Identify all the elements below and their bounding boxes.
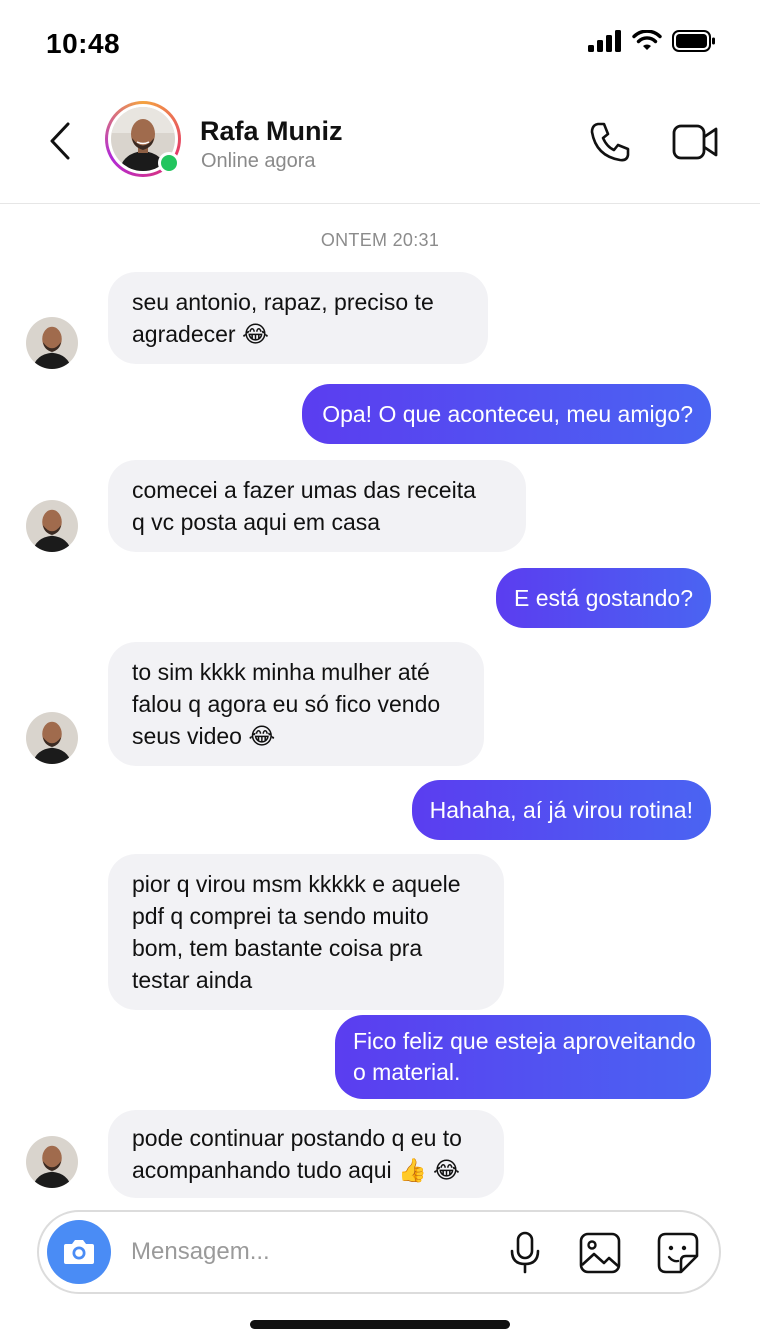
chat-header: Rafa Muniz Online agora (0, 88, 760, 204)
online-status-dot (158, 152, 180, 174)
message-line: falou q agora eu só fico vendo (132, 691, 441, 717)
message-line: Hahaha, aí já virou rotina! (429, 797, 693, 823)
incoming-message[interactable]: seu antonio, rapaz, preciso te agradecer… (108, 272, 488, 364)
message-line: comecei a fazer umas das receita (132, 477, 476, 503)
message-line: agradecer 😂 (132, 321, 269, 347)
message-line: q vc posta aqui em casa (132, 509, 381, 535)
message-line: testar ainda (132, 967, 253, 993)
contact-status: Online agora (201, 150, 316, 172)
message-line: o material. (353, 1059, 461, 1085)
message-line: Fico feliz que esteja aproveitando (353, 1028, 696, 1054)
sticker-button[interactable] (655, 1230, 701, 1276)
video-call-button[interactable] (670, 118, 720, 166)
image-icon (579, 1232, 621, 1274)
camera-icon (64, 1240, 94, 1264)
message-avatar[interactable] (26, 712, 78, 764)
message-line: E está gostando? (513, 585, 693, 611)
microphone-icon (510, 1231, 540, 1274)
message-line: seus video 😂 (132, 723, 276, 749)
home-indicator[interactable] (250, 1320, 510, 1329)
status-time: 10:48 (46, 28, 121, 59)
message-avatar[interactable] (26, 500, 78, 552)
incoming-message[interactable]: comecei a fazer umas das receita q vc po… (108, 460, 526, 552)
battery-icon (672, 30, 715, 52)
message-avatar[interactable] (26, 1136, 78, 1188)
outgoing-message[interactable]: E está gostando? (495, 568, 711, 628)
phone-icon (590, 122, 630, 162)
message-line: to sim kkkk minha mulher até (132, 659, 430, 685)
message-line: bom, tem bastante coisa pra (132, 935, 423, 961)
avatar-photo (26, 1136, 78, 1188)
incoming-message[interactable]: to sim kkkk minha mulher até falou q ago… (108, 642, 484, 766)
chat-timestamp: ONTEM 20:31 (320, 230, 440, 250)
message-input[interactable] (131, 1230, 491, 1274)
message-line: pode continuar postando q eu to (132, 1125, 462, 1151)
message-composer (37, 1210, 721, 1294)
gallery-button[interactable] (577, 1230, 623, 1276)
sticker-icon (657, 1232, 699, 1274)
message-line: seu antonio, rapaz, preciso te (132, 289, 434, 315)
outgoing-message[interactable]: Hahaha, aí já virou rotina! (411, 780, 711, 840)
message-avatar[interactable] (26, 317, 78, 369)
message-line: Opa! O que aconteceu, meu amigo? (322, 401, 693, 427)
signal-icon (588, 30, 621, 52)
camera-button[interactable] (47, 1220, 111, 1284)
back-button[interactable] (40, 118, 80, 164)
incoming-message[interactable]: pode continuar postando q eu to acompanh… (108, 1110, 504, 1198)
status-bar: 10:48 (0, 0, 760, 88)
message-line: pdf q comprei ta sendo muito (132, 903, 429, 929)
microphone-button[interactable] (505, 1230, 545, 1276)
message-line: pior q virou msm kkkkk e aquele (132, 871, 461, 897)
status-icons (588, 30, 716, 52)
incoming-message[interactable]: pior q virou msm kkkkk e aquele pdf q co… (108, 854, 504, 1010)
avatar-photo (26, 317, 78, 369)
call-button[interactable] (586, 118, 634, 166)
chevron-left-icon (50, 122, 70, 160)
message-line: acompanhando tudo aqui 👍 😂 (132, 1157, 460, 1183)
outgoing-message[interactable]: Opa! O que aconteceu, meu amigo? (302, 384, 711, 444)
contact-name[interactable]: Rafa Muniz (200, 116, 343, 147)
video-camera-icon (672, 124, 718, 160)
avatar-photo (26, 500, 78, 552)
chat-screen: 10:48 Rafa Muniz Online agora ONTEM 20:3… (0, 0, 760, 1344)
outgoing-message[interactable]: Fico feliz que esteja aproveitando o mat… (335, 1015, 711, 1099)
avatar-photo (26, 712, 78, 764)
wifi-icon (632, 30, 662, 50)
